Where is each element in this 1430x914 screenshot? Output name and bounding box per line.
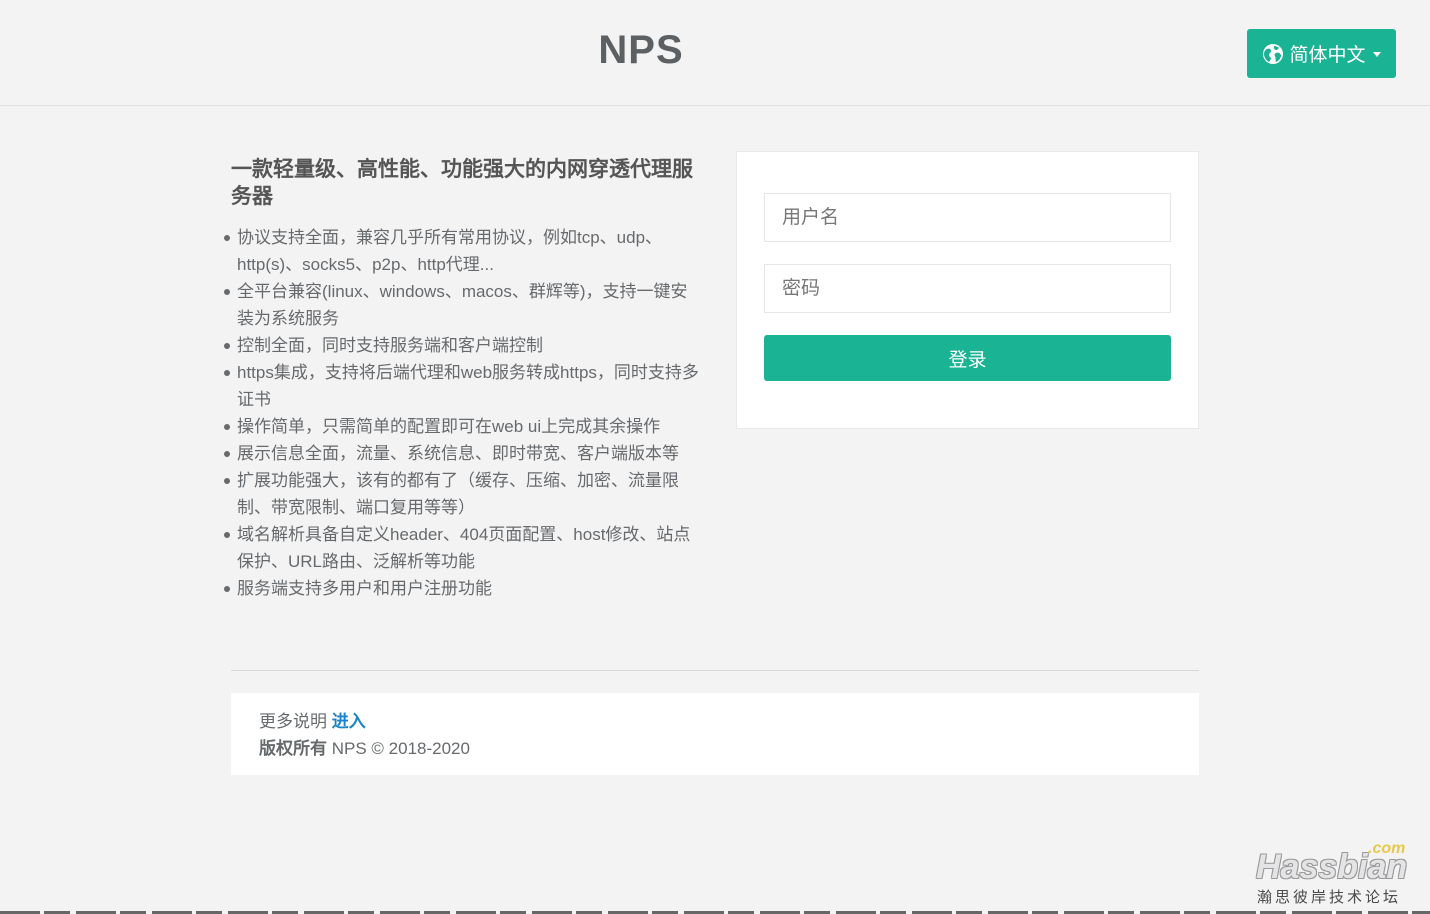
watermark-subtitle: 瀚思彼岸技术论坛 xyxy=(1257,889,1402,906)
brand-title: NPS xyxy=(598,28,684,72)
footer: 更多说明 进入 版权所有 NPS © 2018-2020 xyxy=(231,693,1199,775)
top-navbar: NPS 简体中文 xyxy=(0,0,1430,106)
globe-icon xyxy=(1262,43,1284,65)
username-input[interactable] xyxy=(764,193,1171,242)
feature-item: 服务端支持多用户和用户注册功能 xyxy=(224,575,701,602)
copyright-text: NPS © 2018-2020 xyxy=(331,739,470,758)
watermark-logo: Hassbian .com 瀚思彼岸技术论坛 xyxy=(1252,840,1412,908)
more-info-line: 更多说明 进入 xyxy=(259,708,1171,735)
intro-section: 一款轻量级、高性能、功能强大的内网穿透代理服务器 协议支持全面，兼容几乎所有常用… xyxy=(224,156,701,602)
feature-item: 展示信息全面，流量、系统信息、即时带宽、客户端版本等 xyxy=(224,440,701,467)
feature-list: 协议支持全面，兼容几乎所有常用协议，例如tcp、udp、http(s)、sock… xyxy=(224,224,701,602)
feature-item: 扩展功能强大，该有的都有了（缓存、压缩、加密、流量限制、带宽限制、端口复用等等） xyxy=(224,467,701,521)
feature-item: 控制全面，同时支持服务端和客户端控制 xyxy=(224,332,701,359)
more-info-link[interactable]: 进入 xyxy=(332,712,366,731)
copyright-label: 版权所有 xyxy=(259,739,327,758)
language-label: 简体中文 xyxy=(1289,45,1366,66)
password-input[interactable] xyxy=(764,264,1171,313)
caret-down-icon xyxy=(1372,52,1381,57)
divider xyxy=(231,670,1199,671)
more-info-label: 更多说明 xyxy=(259,712,327,731)
login-panel: 登录 xyxy=(736,151,1199,429)
feature-item: https集成，支持将后端代理和web服务转成https，同时支持多证书 xyxy=(224,359,701,413)
feature-item: 域名解析具备自定义header、404页面配置、host修改、站点保护、URL路… xyxy=(224,521,701,575)
feature-item: 操作简单，只需简单的配置即可在web ui上完成其余操作 xyxy=(224,413,701,440)
login-button[interactable]: 登录 xyxy=(764,335,1171,381)
language-dropdown-button[interactable]: 简体中文 xyxy=(1247,29,1396,78)
feature-item: 协议支持全面，兼容几乎所有常用协议，例如tcp、udp、http(s)、sock… xyxy=(224,224,701,278)
feature-item: 全平台兼容(linux、windows、macos、群辉等)，支持一键安装为系统… xyxy=(224,278,701,332)
copyright-line: 版权所有 NPS © 2018-2020 xyxy=(259,735,1171,762)
watermark-com: .com xyxy=(1368,840,1406,857)
intro-heading: 一款轻量级、高性能、功能强大的内网穿透代理服务器 xyxy=(231,158,693,208)
